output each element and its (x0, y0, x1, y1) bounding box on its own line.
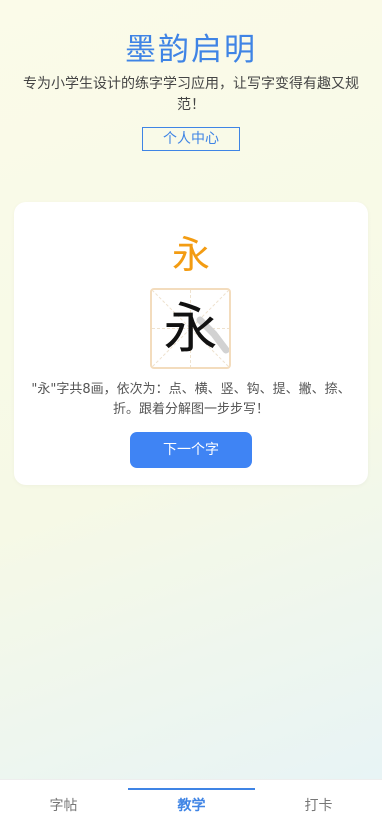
lesson-card: 永 永 "永"字共8画，依次为：点、横、竖、钩、提、撇、捺、折。跟着分解图一步步… (14, 202, 368, 485)
next-character-button[interactable]: 下一个字 (130, 432, 252, 468)
tab-checkin[interactable]: 打卡 (255, 780, 382, 827)
stroke-character: 永 (163, 297, 218, 360)
stroke-description: "永"字共8画，依次为：点、横、竖、钩、提、撇、捺、折。跟着分解图一步步写！ (31, 382, 351, 417)
tab-teaching[interactable]: 教学 (128, 780, 255, 827)
app-title: 墨韵启明 (125, 32, 257, 68)
bottom-tab-bar: 字帖 教学 打卡 (0, 779, 382, 827)
app-subtitle: 专为小学生设计的练字学习应用，让写字变得有趣又规范！ (23, 76, 359, 113)
profile-center-button[interactable]: 个人中心 (142, 127, 240, 151)
stroke-diagram: 永 (150, 288, 231, 369)
lesson-character: 永 (171, 233, 210, 277)
tab-copybook[interactable]: 字帖 (0, 780, 127, 827)
